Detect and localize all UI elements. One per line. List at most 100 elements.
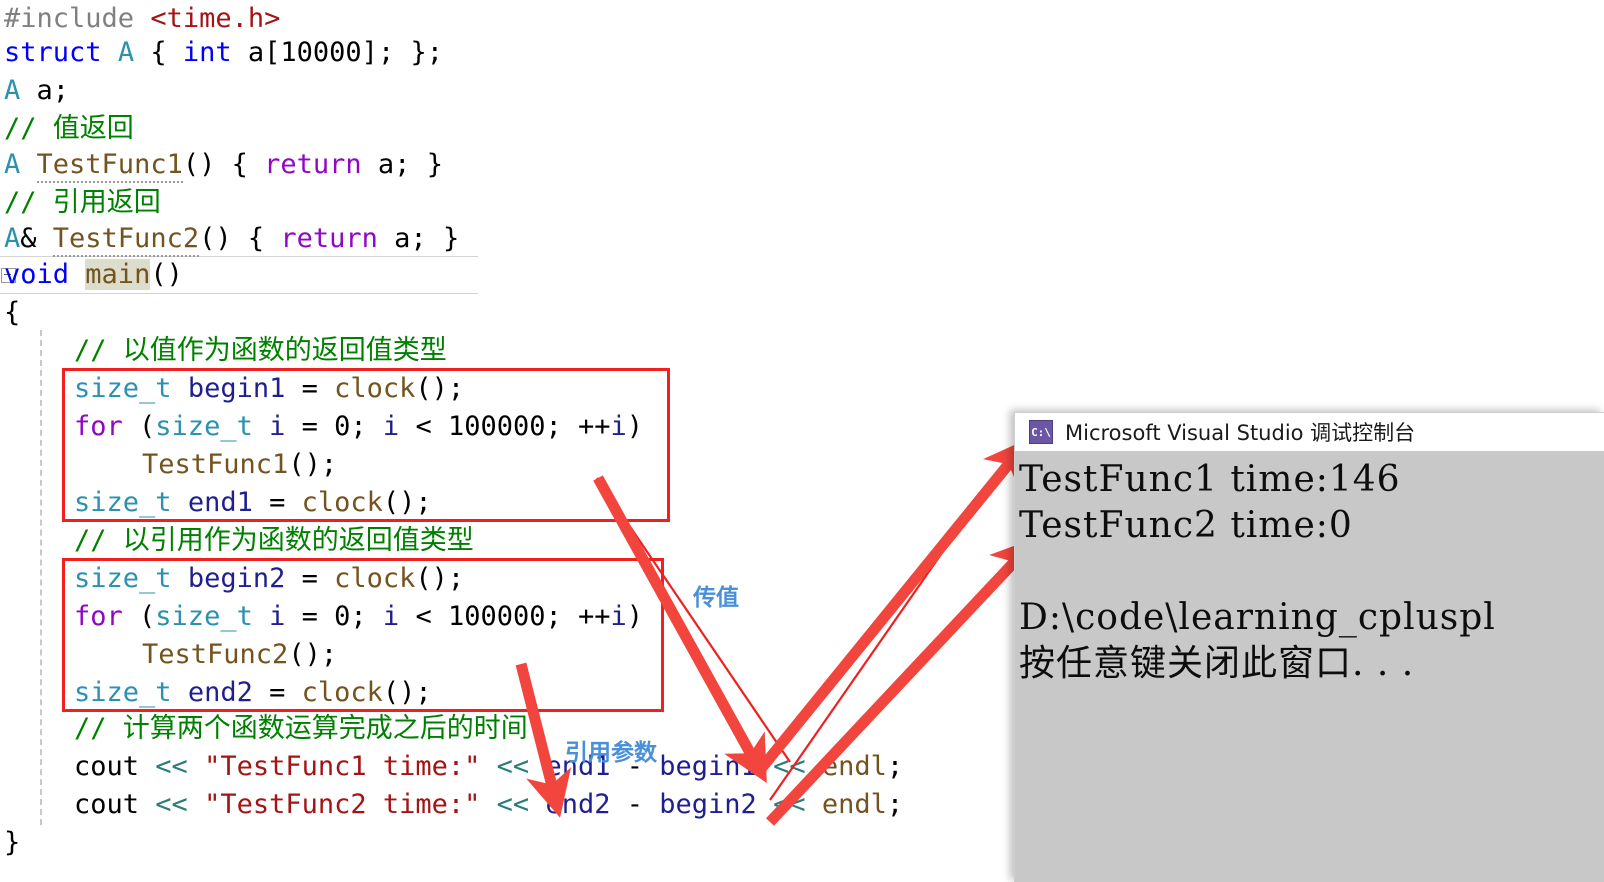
code-line[interactable]: #include <time.h>	[0, 0, 280, 38]
code-token: TestFunc1	[36, 149, 183, 183]
code-token: )	[626, 601, 644, 632]
code-token: <time.h>	[150, 3, 281, 34]
code-token: A	[4, 75, 21, 106]
code-line[interactable]: // 计算两个函数运算完成之后的时间	[0, 710, 528, 748]
annotation-label-reference-param: 引用参数	[565, 740, 657, 766]
code-line[interactable]: cout << "TestFunc2 time:" << end2 - begi…	[0, 786, 903, 824]
code-token: }	[4, 827, 21, 858]
code-token: =	[285, 563, 335, 594]
code-token: end2	[187, 677, 253, 708]
code-token: -	[610, 789, 660, 820]
code-token: size_t	[74, 677, 172, 708]
code-line[interactable]: TestFunc1();	[0, 446, 337, 484]
code-token: endl	[821, 751, 887, 782]
code-line[interactable]: size_t end2 = clock();	[0, 674, 432, 712]
code-token: i	[269, 601, 286, 632]
code-token: begin2	[187, 563, 286, 594]
code-token: = 0;	[285, 411, 383, 442]
code-token: (	[122, 411, 156, 442]
code-line[interactable]: for (size_t i = 0; i < 100000; ++i)	[0, 598, 643, 636]
code-token: main	[85, 259, 151, 290]
console-titlebar[interactable]: C:\ Microsoft Visual Studio 调试控制台	[1015, 413, 1604, 451]
code-line[interactable]: size_t begin2 = clock();	[0, 560, 464, 598]
code-token: i	[382, 411, 400, 442]
code-line[interactable]: // 以引用作为函数的返回值类型	[0, 522, 474, 560]
code-token: <<	[773, 789, 806, 820]
code-token: size_t	[74, 563, 172, 594]
code-line[interactable]: cout << "TestFunc1 time:" << end1 - begi…	[0, 748, 903, 786]
command-prompt-icon: C:\	[1029, 420, 1053, 444]
code-line[interactable]: struct A { int a[10000]; };	[0, 34, 443, 72]
code-token: =	[252, 677, 302, 708]
code-line[interactable]: for (size_t i = 0; i < 100000; ++i)	[0, 408, 643, 446]
code-token: endl	[821, 789, 887, 820]
code-token: clock	[334, 563, 416, 594]
code-token: i	[269, 411, 286, 442]
code-token: begin1	[187, 373, 286, 404]
code-token: cout	[74, 789, 156, 820]
code-token: TestFunc1	[142, 449, 289, 480]
code-token: a;	[20, 75, 70, 106]
code-line[interactable]: {	[0, 294, 20, 332]
code-token: // 引用返回	[4, 187, 161, 218]
code-token: ()	[150, 259, 183, 290]
code-token: end2	[545, 789, 611, 820]
code-line[interactable]: // 以值作为函数的返回值类型	[0, 332, 447, 370]
code-token: (	[122, 601, 156, 632]
annotation-label-pass-by-value: 传值	[693, 585, 739, 611]
code-token: () {	[182, 149, 265, 180]
code-token: ();	[288, 449, 338, 480]
code-token: &	[20, 223, 53, 254]
code-token: {	[4, 297, 21, 328]
code-token: // 以值作为函数的返回值类型	[74, 335, 447, 366]
code-token: A	[4, 223, 21, 254]
code-token: clock	[301, 487, 383, 518]
console-line: TestFunc2 time:0	[1019, 505, 1353, 546]
code-line[interactable]: A a;	[0, 72, 69, 110]
code-token: i	[382, 601, 400, 632]
code-token: =	[252, 487, 302, 518]
code-token: <<	[496, 789, 530, 820]
code-token: ();	[415, 373, 465, 404]
code-line[interactable]: size_t end1 = clock();	[0, 484, 432, 522]
console-window[interactable]: C:\ Microsoft Visual Studio 调试控制台 TestFu…	[1014, 412, 1604, 882]
code-line[interactable]: TestFunc2();	[0, 636, 337, 674]
code-token: {	[134, 37, 183, 68]
code-token: ();	[288, 639, 338, 670]
code-token: a; }	[361, 149, 443, 180]
code-line[interactable]: A& TestFunc2() { return a; }	[0, 220, 459, 258]
code-token: < 100000; ++	[399, 411, 611, 442]
code-line[interactable]: // 引用返回	[0, 184, 161, 222]
code-line[interactable]: // 值返回	[0, 110, 134, 148]
code-line[interactable]: void main()	[0, 256, 183, 294]
console-output[interactable]: TestFunc1 time:146 TestFunc2 time:0 D:\cod…	[1015, 451, 1604, 882]
code-token: = 0;	[285, 601, 383, 632]
console-window-title: Microsoft Visual Studio 调试控制台	[1065, 421, 1416, 445]
console-line: TestFunc1 time:146	[1019, 459, 1401, 500]
code-token: ;	[886, 751, 904, 782]
code-token: TestFunc2	[52, 223, 200, 257]
code-token: void	[4, 259, 70, 290]
code-line[interactable]: A TestFunc1() { return a; }	[0, 146, 443, 184]
code-token: #include	[4, 3, 151, 34]
code-token: <<	[496, 751, 530, 782]
code-line[interactable]: size_t begin1 = clock();	[0, 370, 464, 408]
code-line[interactable]: }	[0, 824, 20, 862]
code-token: "TestFunc2 time:"	[204, 789, 481, 820]
code-token: A	[117, 37, 135, 68]
